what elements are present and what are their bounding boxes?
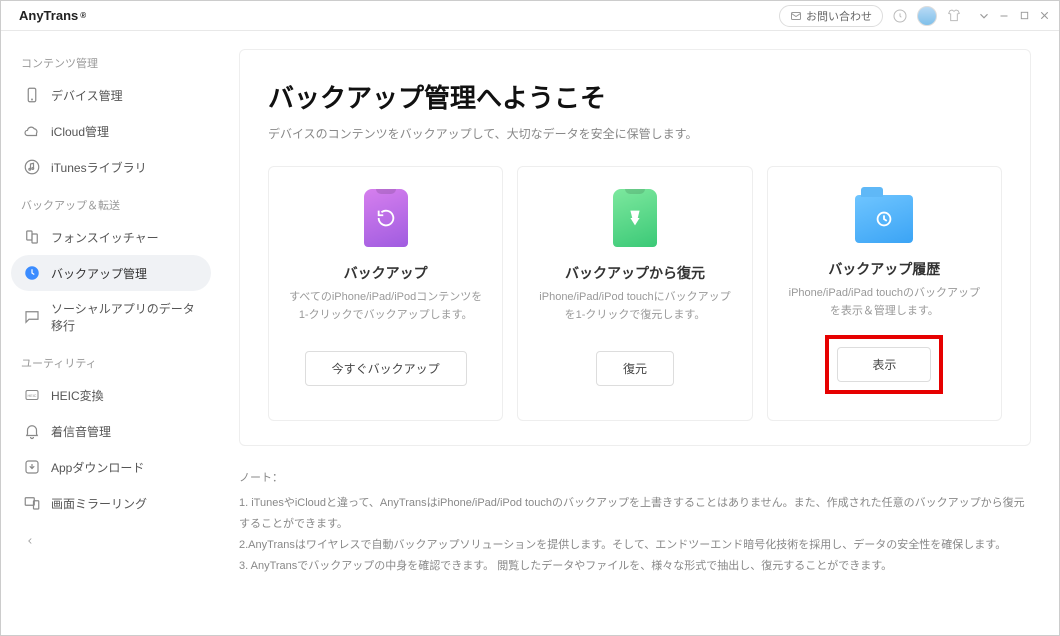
restore-button[interactable]: 復元 bbox=[596, 351, 674, 386]
sidebar-section-contents: コンテンツ管理 bbox=[11, 49, 211, 77]
sidebar-section-utility: ユーティリティ bbox=[11, 349, 211, 377]
avatar[interactable] bbox=[917, 6, 937, 26]
page-title: バックアップ管理へようこそ bbox=[268, 78, 1002, 115]
close-button[interactable] bbox=[1037, 9, 1051, 23]
sidebar-item-label: デバイス管理 bbox=[51, 87, 123, 104]
card-history: バックアップ履歴 iPhone/iPad/iPad touchのバックアップを表… bbox=[767, 166, 1002, 421]
sidebar-item-label: iTunesライブラリ bbox=[51, 159, 147, 176]
sidebar: コンテンツ管理 デバイス管理 iCloud管理 iTunesライブラリ バックア… bbox=[1, 31, 221, 635]
sidebar-item-label: バックアップ管理 bbox=[51, 265, 147, 282]
card-desc: iPhone/iPad/iPod touchにバックアップを1-クリックで復元し… bbox=[534, 289, 735, 325]
note-line: 3. AnyTransでバックアップの中身を確認できます。 閲覧したデータやファ… bbox=[239, 556, 1031, 577]
switch-icon bbox=[23, 228, 41, 246]
minimize-button[interactable] bbox=[997, 9, 1011, 23]
music-icon bbox=[23, 158, 41, 176]
sidebar-item-label: ソーシャルアプリのデータ移行 bbox=[51, 300, 199, 334]
notes-title: ノート： bbox=[239, 468, 1031, 489]
backup-phone-icon bbox=[364, 189, 408, 247]
sidebar-item-social-migrate[interactable]: ソーシャルアプリのデータ移行 bbox=[11, 291, 211, 343]
cloud-icon bbox=[23, 122, 41, 140]
chevron-left-icon bbox=[25, 536, 35, 546]
maximize-button[interactable] bbox=[1017, 9, 1031, 23]
sidebar-collapse-button[interactable] bbox=[11, 521, 211, 563]
sidebar-item-phone-switcher[interactable]: フォンスイッチャー bbox=[11, 219, 211, 255]
sidebar-item-label: 画面ミラーリング bbox=[51, 495, 147, 512]
sidebar-item-ringtone[interactable]: 着信音管理 bbox=[11, 413, 211, 449]
card-desc: iPhone/iPad/iPad touchのバックアップを表示＆管理します。 bbox=[784, 285, 985, 321]
mail-icon bbox=[790, 10, 802, 22]
card-desc: すべてのiPhone/iPad/iPodコンテンツを1-クリックでバックアップし… bbox=[285, 289, 486, 325]
contact-label: お問い合わせ bbox=[806, 8, 872, 24]
shirt-icon[interactable] bbox=[945, 7, 963, 25]
chevron-down-icon[interactable] bbox=[977, 9, 991, 23]
bell-icon[interactable] bbox=[891, 7, 909, 25]
highlight-box: 表示 bbox=[825, 335, 943, 394]
sidebar-item-device-mgmt[interactable]: デバイス管理 bbox=[11, 77, 211, 113]
sidebar-item-backup-mgmt[interactable]: バックアップ管理 bbox=[11, 255, 211, 291]
svg-text:HEIC: HEIC bbox=[28, 394, 37, 398]
app-title: AnyTrans® bbox=[9, 8, 86, 23]
card-backup: バックアップ すべてのiPhone/iPad/iPodコンテンツを1-クリックで… bbox=[268, 166, 503, 421]
main-content: バックアップ管理へようこそ デバイスのコンテンツをバックアップして、大切なデータ… bbox=[221, 31, 1059, 635]
mirror-icon bbox=[23, 494, 41, 512]
contact-button[interactable]: お問い合わせ bbox=[779, 5, 883, 27]
sidebar-item-screen-mirror[interactable]: 画面ミラーリング bbox=[11, 485, 211, 521]
sidebar-item-label: フォンスイッチャー bbox=[51, 229, 159, 246]
heic-icon: HEIC bbox=[23, 386, 41, 404]
backup-icon bbox=[23, 264, 41, 282]
sidebar-item-icloud-mgmt[interactable]: iCloud管理 bbox=[11, 113, 211, 149]
titlebar: AnyTrans® お問い合わせ bbox=[1, 1, 1059, 31]
restore-phone-icon bbox=[613, 189, 657, 247]
sidebar-item-label: HEIC変換 bbox=[51, 387, 104, 404]
sidebar-item-label: iCloud管理 bbox=[51, 123, 109, 140]
bell-icon bbox=[23, 422, 41, 440]
card-title: バックアップ履歴 bbox=[828, 259, 940, 279]
sidebar-item-itunes-lib[interactable]: iTunesライブラリ bbox=[11, 149, 211, 185]
card-restore: バックアップから復元 iPhone/iPad/iPod touchにバックアップ… bbox=[517, 166, 752, 421]
page-subtitle: デバイスのコンテンツをバックアップして、大切なデータを安全に保管します。 bbox=[268, 125, 1002, 142]
sidebar-item-label: Appダウンロード bbox=[51, 459, 144, 476]
sidebar-item-heic-convert[interactable]: HEIC HEIC変換 bbox=[11, 377, 211, 413]
history-folder-icon bbox=[855, 195, 913, 243]
chat-icon bbox=[23, 308, 41, 326]
note-line: 1. iTunesやiCloudと違って、AnyTransはiPhone/iPa… bbox=[239, 493, 1031, 535]
sidebar-section-backup: バックアップ＆転送 bbox=[11, 191, 211, 219]
card-title: バックアップ bbox=[344, 263, 428, 283]
sidebar-item-app-download[interactable]: Appダウンロード bbox=[11, 449, 211, 485]
show-history-button[interactable]: 表示 bbox=[837, 347, 931, 382]
note-line: 2.AnyTransはワイヤレスで自動バックアップソリューションを提供します。そ… bbox=[239, 535, 1031, 556]
card-title: バックアップから復元 bbox=[565, 263, 705, 283]
backup-now-button[interactable]: 今すぐバックアップ bbox=[305, 351, 467, 386]
phone-icon bbox=[23, 86, 41, 104]
download-icon bbox=[23, 458, 41, 476]
sidebar-item-label: 着信音管理 bbox=[51, 423, 111, 440]
notes-section: ノート： 1. iTunesやiCloudと違って、AnyTransはiPhon… bbox=[239, 468, 1031, 576]
